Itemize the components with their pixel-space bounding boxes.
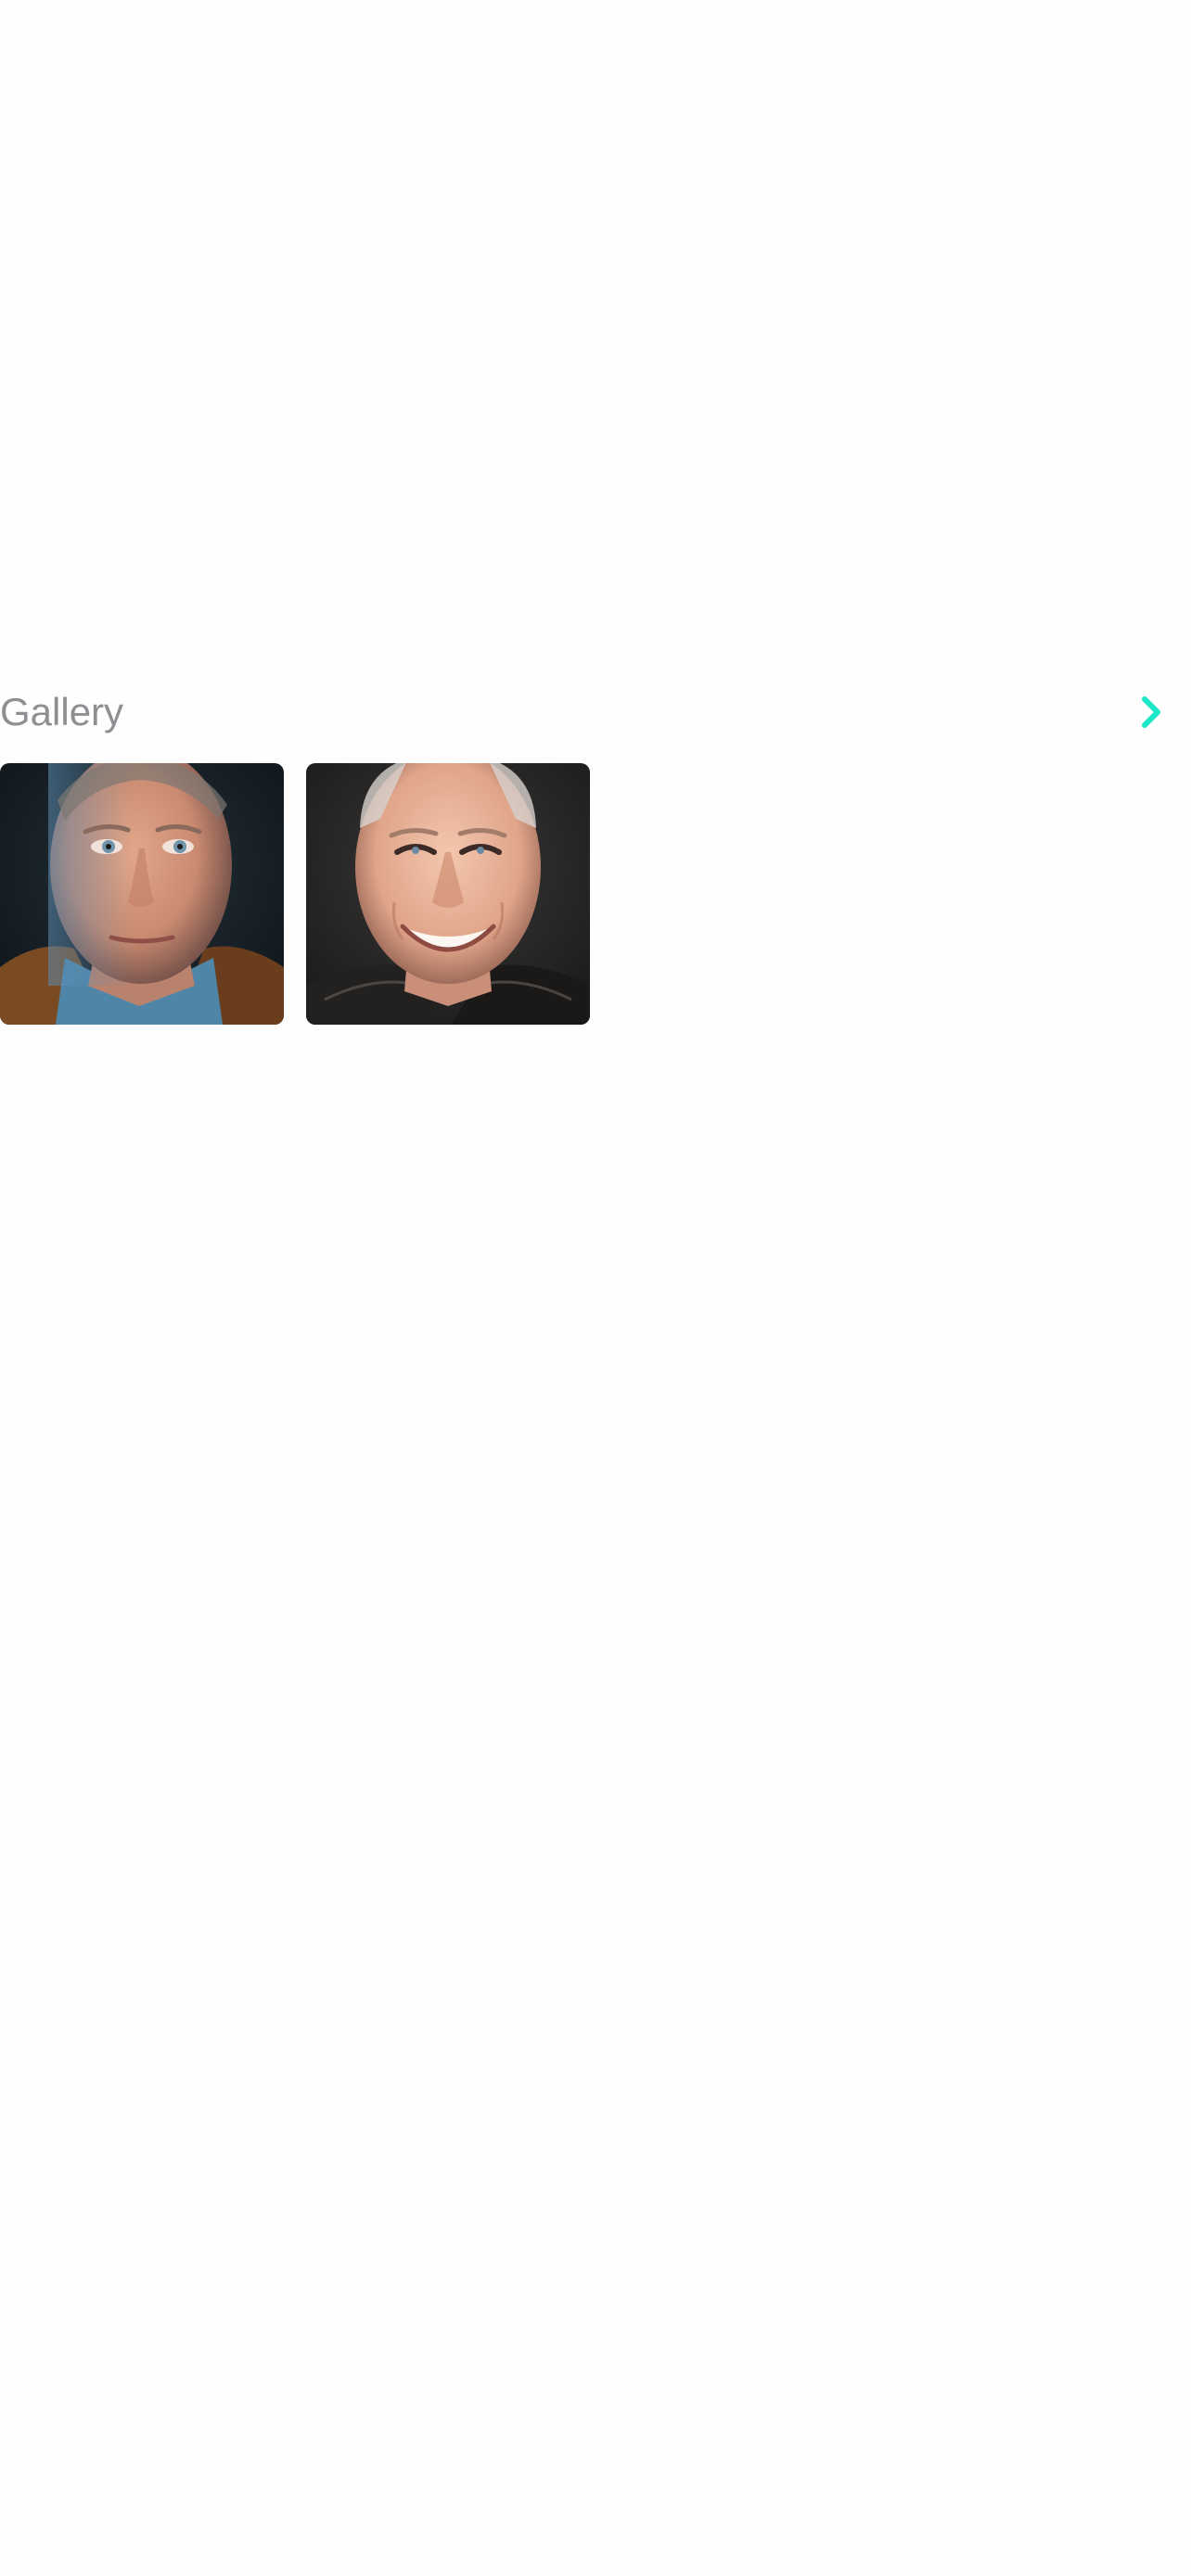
gallery-header: Gallery bbox=[0, 668, 1191, 760]
gallery-photo[interactable] bbox=[306, 763, 590, 1025]
gallery-section: Gallery bbox=[0, 668, 1191, 1025]
gallery-title: Gallery bbox=[0, 690, 124, 733]
screen: Gallery bbox=[0, 0, 1191, 2576]
gallery-thumbnails bbox=[0, 763, 1191, 1025]
gallery-photo[interactable] bbox=[0, 763, 284, 1025]
chevron-right-icon[interactable] bbox=[1132, 692, 1172, 733]
